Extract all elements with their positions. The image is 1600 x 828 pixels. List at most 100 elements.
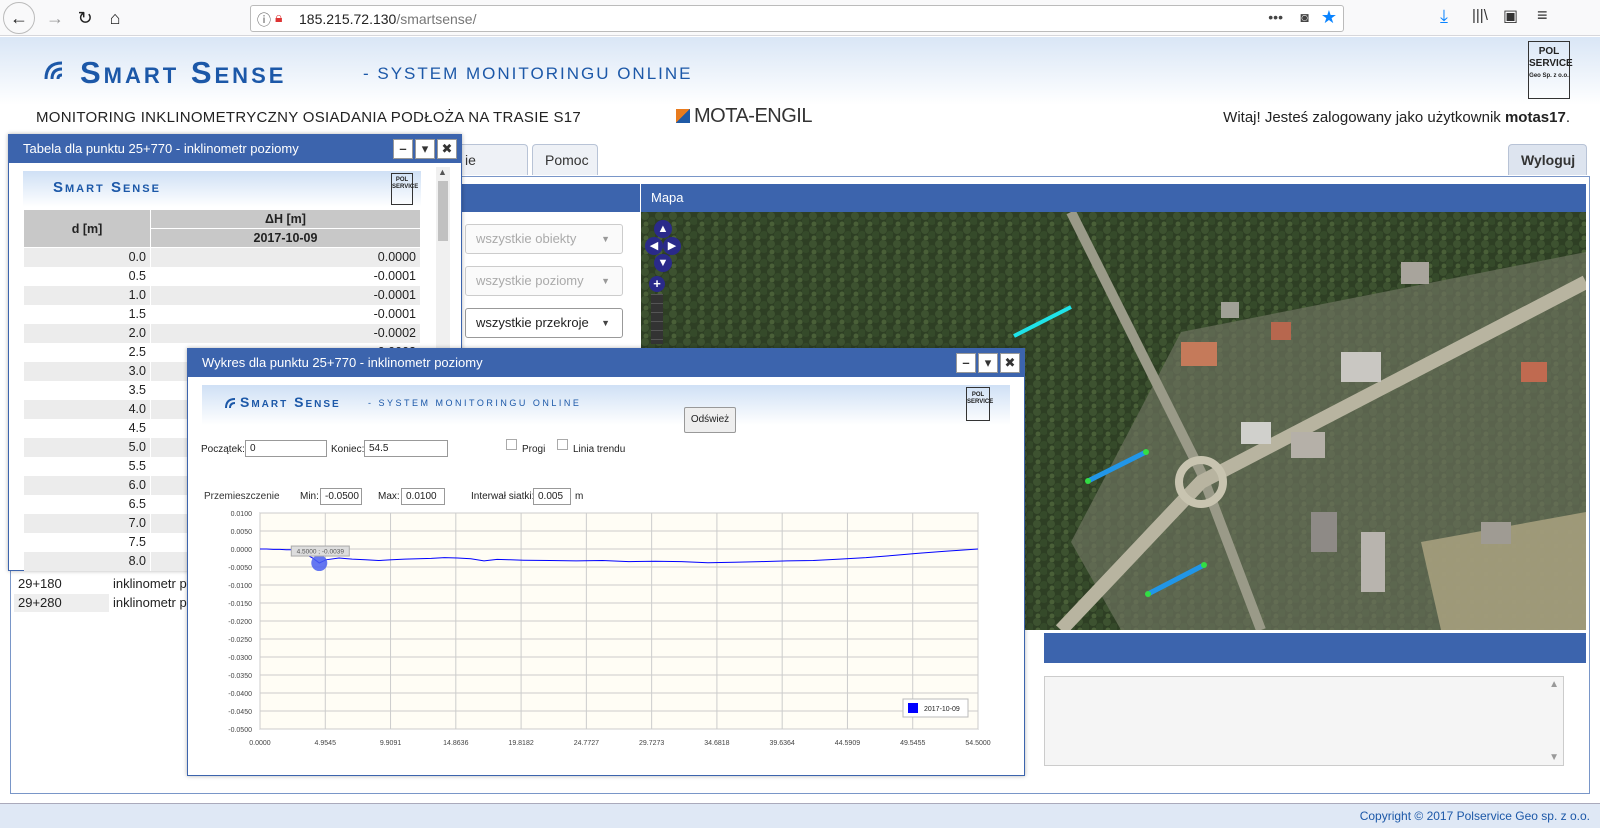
username: motas17 — [1504, 109, 1566, 126]
pan-down-icon[interactable]: ▼ — [654, 254, 672, 272]
chart-dialog-title[interactable]: Wykres dla punktu 25+770 - inklinometr p… — [188, 349, 1024, 377]
site-logo-subtitle: - SYSTEM MONITORINGU ONLINE — [363, 64, 693, 83]
y-tick-label: -0.0500 — [228, 727, 252, 734]
chart-dialog: Wykres dla punktu 25+770 - inklinometr p… — [187, 348, 1025, 776]
table-banner: Smart Sense POL SERVICE — [23, 171, 421, 207]
pan-up-icon[interactable]: ▲ — [654, 220, 672, 238]
minimize-icon[interactable]: – — [393, 139, 413, 159]
url-bar[interactable]: ⓘ 🔒︎ 185.215.72.130/smartsense/ ••• ◙ ★ — [250, 5, 1344, 32]
hover-marker — [311, 555, 328, 572]
list-item-type[interactable]: inklinometr po — [113, 575, 194, 593]
y-tick-label: 0.0100 — [231, 511, 253, 518]
table-row: 0.5 -0.0001 — [23, 266, 421, 286]
depth-cell: 4.5 — [23, 418, 151, 438]
y-tick-label: -0.0450 — [228, 709, 252, 716]
smart-sense-logo-icon — [225, 398, 236, 409]
pan-right-icon[interactable]: ▶ — [663, 237, 681, 255]
bookmark-star-icon[interactable]: ★ — [1321, 7, 1337, 28]
table-row: 1.5 -0.0001 — [23, 304, 421, 324]
levels-select[interactable]: wszystkie poziomy ▼ — [465, 266, 623, 296]
depth-cell: 5.0 — [23, 437, 151, 457]
pocket-icon[interactable]: ◙ — [1301, 9, 1309, 25]
logout-button[interactable]: Wyloguj — [1508, 144, 1587, 175]
map-title: Mapa — [651, 190, 684, 205]
delta-cell: -0.0001 — [150, 266, 421, 286]
sections-select[interactable]: wszystkie przekroje ▼ — [465, 308, 623, 338]
table-row: 0.0 0.0000 — [23, 247, 421, 267]
depth-cell: 0.5 — [23, 266, 151, 286]
zoom-slider[interactable] — [651, 294, 663, 344]
objects-select[interactable]: wszystkie obiekty ▼ — [465, 224, 623, 254]
y-tick-label: -0.0050 — [228, 565, 252, 572]
scroll-up-icon[interactable]: ▲ — [438, 167, 447, 177]
grid-interval-input[interactable]: 0.005 — [533, 488, 571, 505]
x-tick-label: 54.5000 — [965, 740, 990, 747]
depth-cell: 5.5 — [23, 456, 151, 476]
site-header: Smart Sense - SYSTEM MONITORINGU ONLINE … — [0, 37, 1600, 105]
x-tick-label: 39.6364 — [770, 740, 795, 747]
y-tick-label: 0.0000 — [231, 547, 253, 554]
chevron-down-icon: ▼ — [601, 318, 610, 328]
info-icon[interactable]: ⓘ — [257, 10, 271, 30]
legend-swatch — [908, 703, 918, 713]
scroll-down-icon[interactable]: ▼ — [1549, 752, 1559, 763]
close-icon[interactable]: ✖ — [1000, 353, 1020, 373]
scroll-up-icon[interactable]: ▲ — [1549, 679, 1559, 690]
library-icon[interactable]: |||\ — [1472, 7, 1488, 24]
dropdown-menu-icon[interactable]: ▾ — [978, 353, 998, 373]
col-delta-header: ΔH [m] — [150, 209, 421, 229]
y-tick-label: -0.0300 — [228, 655, 252, 662]
legend-label: 2017-10-09 — [924, 706, 960, 713]
x-tick-label: 9.9091 — [380, 740, 402, 747]
scrollbar-thumb[interactable] — [438, 181, 448, 241]
dropdown-menu-icon[interactable]: ▾ — [415, 139, 435, 159]
chevron-down-icon: ▼ — [601, 234, 610, 244]
max-input[interactable]: 0.0100 — [401, 488, 445, 505]
refresh-button[interactable]: Odśwież — [684, 407, 736, 433]
footer: Copyright © 2017 Polservice Geo sp. z o.… — [0, 803, 1600, 828]
reload-icon[interactable]: ↻ — [70, 4, 100, 32]
y-tick-label: -0.0200 — [228, 619, 252, 626]
end-input[interactable]: 54.5 — [364, 440, 448, 457]
url-text[interactable]: 185.215.72.130/smartsense/ — [299, 11, 476, 27]
start-input[interactable]: 0 — [245, 440, 327, 457]
forward-icon[interactable]: → — [40, 4, 70, 32]
minimize-icon[interactable]: – — [956, 353, 976, 373]
sidebar-icon[interactable]: ▣ — [1503, 6, 1518, 26]
close-icon[interactable]: ✖ — [437, 139, 457, 159]
y-tick-label: 0.0050 — [231, 529, 253, 536]
polservice-logo: POL SERVICE Geo Sp. z o.o. — [1528, 41, 1573, 99]
map-pan-control[interactable]: ▲ ◀ ▶ ▼ — [645, 220, 681, 272]
project-title: MONITORING INKLINOMETRYCZNY OSIADANIA PO… — [36, 109, 582, 126]
end-label: Koniec: — [331, 444, 365, 455]
mota-engil-logo: MOTA-ENGIL — [694, 105, 812, 127]
list-item-type[interactable]: inklinometr po — [113, 594, 194, 612]
y-tick-label: -0.0100 — [228, 583, 252, 590]
chart-banner: Smart Sense - SYSTEM MONITORINGU ONLINE … — [202, 385, 1010, 425]
depth-cell: 3.0 — [23, 361, 151, 381]
download-icon[interactable]: ⤓ — [1440, 6, 1448, 27]
x-tick-label: 0.0000 — [249, 740, 271, 747]
depth-cell: 7.0 — [23, 513, 151, 533]
polservice-logo: POL SERVICE — [391, 173, 418, 205]
back-icon[interactable]: ← — [3, 2, 35, 34]
insecure-lock-icon[interactable]: 🔒︎ — [275, 9, 282, 26]
min-label: Min: — [300, 491, 319, 502]
displacement-chart[interactable]: 0.0100 0.0050 0.0000 -0.0050 -0.0100 -0.0150 -… — [198, 505, 1014, 755]
list-item-id[interactable]: 29+180 — [14, 575, 109, 593]
x-tick-label: 49.5455 — [900, 740, 925, 747]
menu-icon[interactable]: ≡ — [1537, 5, 1548, 26]
thresholds-label: Progi — [522, 444, 546, 455]
list-item-id[interactable]: 29+280 — [14, 594, 109, 612]
tab-help[interactable]: Pomoc — [532, 144, 598, 175]
trend-label: Linia trendu — [573, 444, 626, 455]
zoom-in-icon[interactable]: + — [649, 276, 665, 292]
trend-checkbox[interactable] — [557, 439, 568, 450]
min-input[interactable]: -0.0500 — [320, 488, 362, 505]
page-actions-icon[interactable]: ••• — [1268, 9, 1283, 25]
thresholds-checkbox[interactable] — [506, 439, 517, 450]
x-tick-label: 29.7273 — [639, 740, 664, 747]
delta-cell: -0.0002 — [150, 323, 421, 343]
pan-left-icon[interactable]: ◀ — [645, 237, 663, 255]
home-icon[interactable]: ⌂ — [100, 4, 130, 32]
